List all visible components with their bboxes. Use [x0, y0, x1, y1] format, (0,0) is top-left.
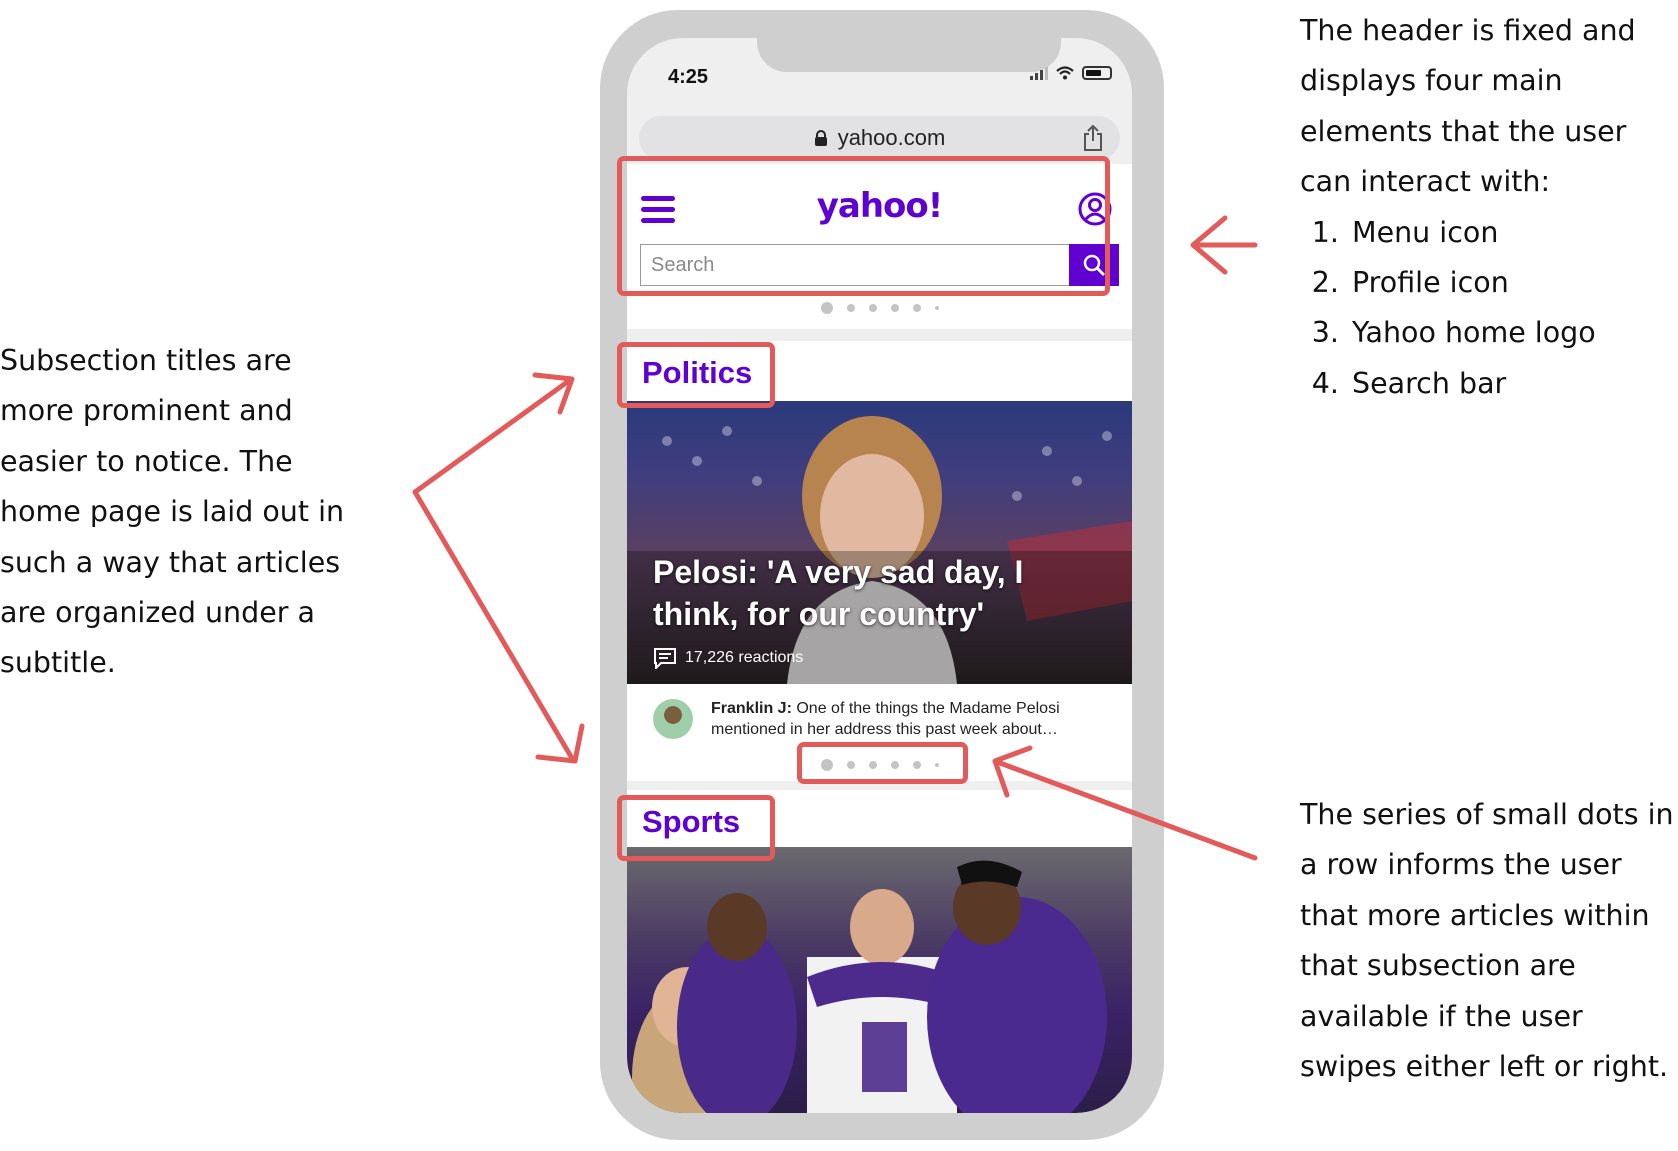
arrow-dots [997, 760, 1258, 861]
arrow-politics [412, 377, 573, 495]
arrow-sports-dots [412, 489, 576, 763]
annotation-arrows [412, 215, 1258, 861]
